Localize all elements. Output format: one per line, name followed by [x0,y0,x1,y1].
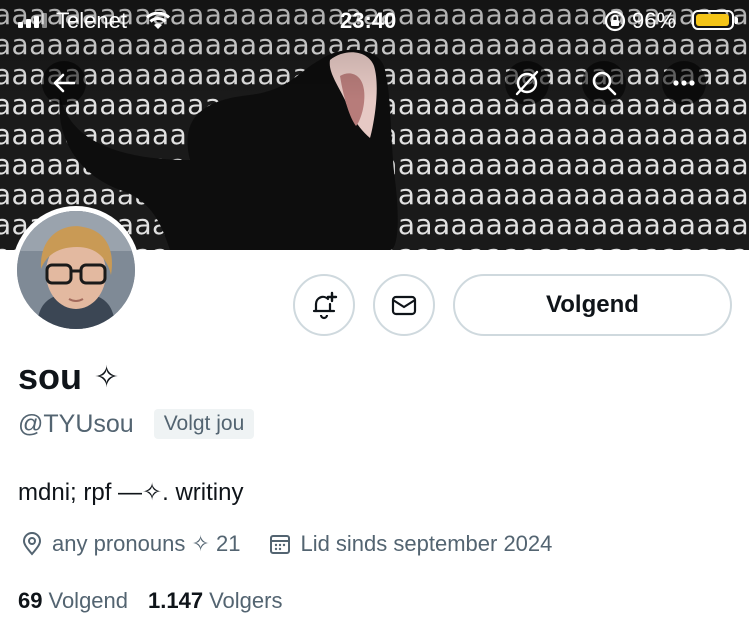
search-button[interactable] [582,61,626,105]
profile-meta: any pronouns ✧ 21 Lid sinds september 20… [20,531,580,557]
grok-icon [515,70,539,96]
following-stat-label: Volgend [48,588,129,613]
location-pin-icon [22,532,42,556]
grok-button[interactable] [505,61,549,105]
calendar-icon [270,535,291,554]
battery-fill [696,14,729,26]
follows-you-badge: Volgt jou [153,409,255,439]
back-button[interactable] [42,61,86,105]
sparkle-icon: ✧ [94,359,120,395]
battery-icon [692,10,738,30]
wifi-icon [145,10,171,36]
followers-count: 1.147 [148,588,204,613]
following-button[interactable]: Volgend [453,274,732,336]
avatar[interactable] [12,206,140,334]
location-item: any pronouns ✧ 21 [20,531,240,557]
handle-row: @TYUsou Volgt jou [18,409,255,439]
followers-stat[interactable]: 1.147 Volgers [148,588,282,614]
avatar-image [17,211,135,329]
arrow-left-icon [53,73,76,93]
clock-time: 23:40 [340,8,397,33]
location-text: any pronouns ✧ 21 [52,531,241,556]
bell-plus-icon [312,291,338,320]
message-button[interactable] [373,274,435,336]
more-icon [673,80,695,86]
envelope-icon [391,295,417,316]
display-name-text: sou [18,356,83,397]
joined-item: Lid sinds september 2024 [268,531,552,557]
followers-stat-label: Volgers [209,588,283,613]
more-button[interactable] [662,61,706,105]
display-name: sou ✧ [18,356,119,398]
following-count: 69 [18,588,43,613]
follow-stats: 69 Volgend 1.147 Volgers [18,588,282,614]
joined-text: Lid sinds september 2024 [300,531,553,556]
search-icon [592,71,617,96]
battery-percentage: 96% [632,8,677,33]
profile-bio: mdni; rpf —✧. writiny [18,479,244,506]
notify-button[interactable] [293,274,355,336]
signal-icon [18,12,47,28]
carrier-label: Telenet [56,8,127,33]
following-stat[interactable]: 69 Volgend [18,588,128,614]
rotation-lock-icon [604,10,626,38]
username-handle: @TYUsou [18,409,134,438]
status-bar: Telenet 23:40 96% [0,0,749,40]
